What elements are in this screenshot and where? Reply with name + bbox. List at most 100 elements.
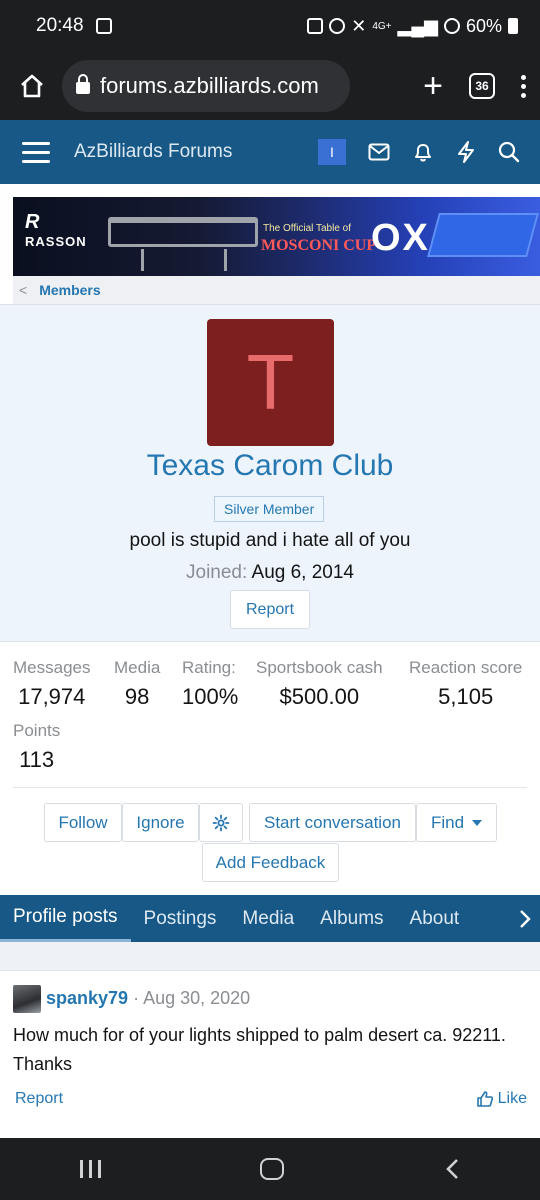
settings-button[interactable] — [199, 803, 243, 842]
stat-label: Messages — [13, 658, 91, 677]
profile-username: Texas Carom Club — [146, 449, 394, 482]
system-navigation-bar — [0, 1138, 540, 1200]
notification-icon — [307, 18, 324, 34]
battery-percent: 60% — [465, 15, 502, 36]
status-icons: ✕ 4G+ ▂▄▆ 60% — [307, 16, 518, 37]
status-time: 20:48 — [36, 15, 84, 36]
lock-icon — [76, 74, 90, 94]
profile-avatar[interactable]: T — [207, 319, 334, 446]
url-text: forums.azbilliards.com — [100, 73, 319, 98]
stat-label: Reaction score — [409, 658, 523, 677]
caret-down-icon — [472, 819, 483, 826]
menu-button[interactable] — [22, 141, 50, 163]
stat-value: 113 — [19, 747, 55, 772]
poster-username[interactable]: spanky79 — [46, 988, 128, 1008]
post-header: spanky79 · Aug 30, 2020 — [46, 988, 250, 1009]
divider — [13, 787, 527, 788]
inbox-icon[interactable] — [368, 143, 390, 161]
profile-header: T Texas Carom Club Silver Member pool is… — [0, 304, 540, 642]
browser-menu-button[interactable] — [521, 74, 526, 98]
tab-switcher-button[interactable]: 36 — [469, 73, 495, 99]
stat-label: Rating: — [182, 658, 236, 677]
breadcrumb[interactable]: < Members — [13, 276, 540, 304]
recents-button[interactable] — [79, 1160, 101, 1178]
post-body: How much for of your lights shipped to p… — [13, 1025, 506, 1074]
thumbs-up-icon — [476, 1091, 493, 1107]
gallery-notification-icon — [95, 18, 112, 34]
stat-rating[interactable]: Rating: 100% — [182, 658, 238, 710]
do-not-disturb-icon — [443, 18, 460, 34]
breadcrumb-members[interactable]: Members — [39, 282, 100, 298]
stat-value: 17,974 — [18, 684, 86, 709]
separator: · — [133, 988, 140, 1008]
stat-sportsbook-cash: Sportsbook cash $500.00 — [256, 658, 383, 710]
follow-button[interactable]: Follow — [44, 803, 122, 842]
battery-icon — [508, 18, 518, 34]
stat-value: $500.00 — [279, 684, 360, 709]
stat-media[interactable]: Media 98 — [114, 658, 160, 710]
stat-value: 5,105 — [438, 684, 494, 709]
stat-value: 100% — [182, 684, 239, 709]
stat-label: Points — [13, 721, 61, 740]
chevron-right-icon — [520, 909, 531, 928]
stat-label: Sportsbook cash — [256, 658, 383, 677]
tab-albums[interactable]: Albums — [307, 895, 396, 942]
stat-label: Media — [114, 658, 161, 677]
stat-messages[interactable]: Messages 17,974 — [13, 658, 90, 710]
home-icon — [21, 74, 43, 98]
user-rank-badge: Silver Member — [214, 496, 325, 522]
joined-label: Joined: — [186, 562, 248, 583]
network-type: 4G+ — [372, 20, 392, 32]
start-conversation-button[interactable]: Start conversation — [249, 803, 416, 842]
find-label: Find — [430, 812, 465, 832]
site-title[interactable]: AzBilliards Forums — [74, 141, 232, 163]
address-bar[interactable]: forums.azbilliards.com — [62, 60, 350, 112]
signal-icon: ▂▄▆ — [397, 15, 438, 36]
profile-posts-area: spanky79 · Aug 30, 2020 How much for of … — [0, 942, 540, 1138]
tab-postings[interactable]: Postings — [131, 895, 230, 942]
alarm-icon — [329, 18, 346, 34]
chevron-left-icon: < — [19, 282, 28, 298]
arena-image — [427, 213, 539, 257]
gear-icon — [212, 814, 230, 831]
stat-points[interactable]: Points 113 — [13, 721, 60, 773]
tab-media[interactable]: Media — [229, 895, 307, 942]
bell-icon[interactable] — [412, 141, 434, 163]
report-post-link[interactable]: Report — [15, 1090, 63, 1108]
account-avatar-button[interactable]: I — [318, 139, 346, 165]
advertisement-banner[interactable]: R RASSON The Official Table of MOSCONI C… — [13, 197, 540, 276]
profile-post: spanky79 · Aug 30, 2020 How much for of … — [0, 970, 540, 1138]
banner-event-number: OX — [371, 217, 430, 259]
profile-tabs: Profile posts Postings Media Albums Abou… — [0, 895, 540, 942]
joined-date: Aug 6, 2014 — [251, 562, 354, 583]
new-tab-button[interactable]: + — [423, 69, 443, 103]
stat-value: 98 — [124, 684, 150, 709]
pool-table-image — [108, 217, 258, 271]
like-label: Like — [497, 1090, 527, 1107]
search-icon[interactable] — [498, 141, 520, 163]
bolt-icon[interactable] — [456, 141, 476, 163]
like-button[interactable]: Like — [476, 1090, 527, 1108]
status-bar: 20:48 ✕ 4G+ ▂▄▆ 60% — [0, 0, 540, 52]
browser-home-button[interactable] — [14, 68, 50, 104]
forum-header: AzBilliards Forums I — [0, 120, 540, 184]
tab-profile-posts[interactable]: Profile posts — [0, 895, 131, 942]
back-icon[interactable] — [444, 1157, 460, 1181]
user-title: pool is stupid and i hate all of you — [129, 530, 411, 551]
find-dropdown[interactable]: Find — [416, 803, 497, 842]
tab-about[interactable]: About — [397, 895, 473, 942]
banner-area: R RASSON The Official Table of MOSCONI C… — [0, 184, 540, 279]
post-date[interactable]: Aug 30, 2020 — [143, 988, 250, 1008]
ignore-button[interactable]: Ignore — [122, 803, 199, 842]
stat-reaction-score[interactable]: Reaction score 5,105 — [409, 658, 522, 710]
tabs-scroll-right-button[interactable] — [510, 895, 540, 942]
poster-avatar[interactable] — [13, 985, 41, 1013]
browser-toolbar: forums.azbilliards.com + 36 — [0, 52, 540, 120]
add-feedback-button[interactable]: Add Feedback — [202, 843, 339, 882]
rasson-logo: R RASSON — [25, 211, 87, 249]
banner-event: MOSCONI CUP — [261, 237, 377, 254]
mute-icon: ✕ — [351, 15, 367, 36]
report-profile-button[interactable]: Report — [230, 590, 310, 629]
banner-tagline: The Official Table of — [263, 223, 352, 234]
home-button[interactable] — [260, 1158, 285, 1180]
